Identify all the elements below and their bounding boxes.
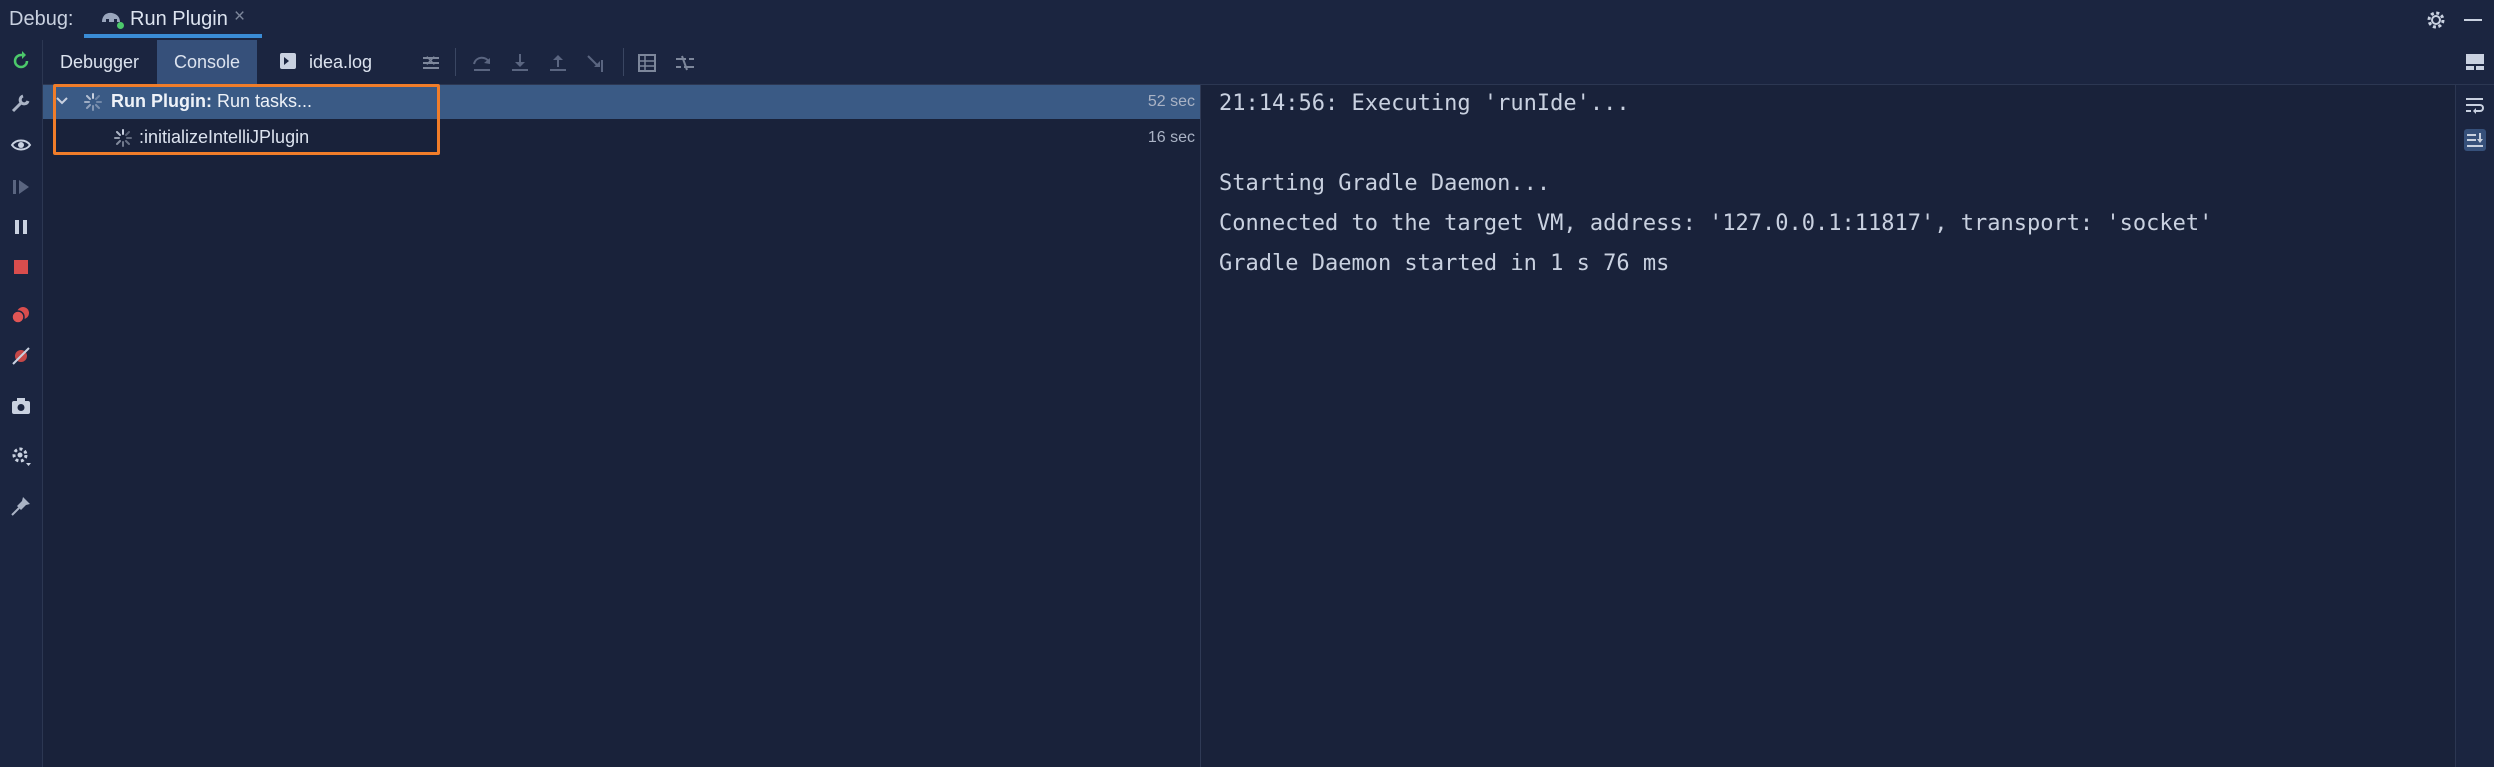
step-out-icon[interactable]	[547, 52, 569, 74]
debug-tabs-row: Debugger Console idea.log ×	[43, 40, 2494, 85]
list-icon[interactable]	[420, 52, 442, 74]
run-to-cursor-icon[interactable]	[585, 52, 607, 74]
layout-icon[interactable]	[2464, 51, 2486, 73]
watch-eye-icon[interactable]	[10, 134, 32, 156]
console-line: Gradle Daemon started in 1 s 76 ms	[1219, 251, 1670, 276]
console-right-toolbar	[2455, 85, 2494, 767]
run-plugin-tab[interactable]: Run Plugin ×	[84, 0, 262, 38]
console-line: 21:14:56: Executing 'runIde'...	[1219, 91, 1630, 116]
console-line: Connected to the target VM, address: '12…	[1219, 211, 2213, 236]
highlight-annotation-box	[53, 84, 440, 155]
settings-wrench-icon[interactable]	[10, 92, 32, 114]
trace-icon[interactable]	[674, 52, 696, 74]
minimize-icon[interactable]	[2464, 19, 2482, 21]
duration-label: 52 sec	[1147, 93, 1195, 110]
log-file-icon	[280, 53, 296, 69]
mute-breakpoints-icon[interactable]	[10, 345, 32, 367]
running-indicator	[117, 22, 124, 29]
settings-icon[interactable]	[10, 445, 32, 467]
tab-idea-log[interactable]: idea.log ×	[273, 40, 436, 84]
debug-left-toolbar	[0, 40, 43, 767]
rerun-icon[interactable]	[10, 50, 32, 72]
close-icon[interactable]: ×	[234, 6, 245, 28]
pin-icon[interactable]	[10, 495, 32, 517]
console-output[interactable]: 21:14:56: Executing 'runIde'... Starting…	[1201, 85, 2455, 767]
step-into-icon[interactable]	[509, 52, 531, 74]
camera-icon[interactable]	[10, 395, 32, 417]
resume-icon[interactable]	[10, 176, 32, 198]
console-line: Starting Gradle Daemon...	[1219, 171, 1551, 196]
tab-console[interactable]: Console	[157, 40, 257, 84]
debug-tool-window-header: Debug: Run Plugin ×	[0, 0, 2494, 41]
toolbar-separator	[623, 48, 624, 76]
tab-idea-log-label: idea.log	[309, 52, 373, 72]
step-over-icon[interactable]	[471, 52, 493, 74]
build-tree-panel: Run Plugin: Run tasks... 52 sec :initial…	[43, 85, 1200, 767]
pause-icon[interactable]	[10, 216, 32, 238]
debug-label: Debug:	[9, 8, 74, 30]
gear-icon[interactable]	[2425, 9, 2447, 31]
scroll-to-end-icon[interactable]	[2464, 129, 2486, 151]
stop-icon[interactable]	[10, 256, 32, 278]
soft-wrap-icon[interactable]	[2464, 94, 2486, 116]
duration-label: 16 sec	[1147, 129, 1195, 146]
evaluate-icon[interactable]	[636, 52, 658, 74]
toolbar-separator	[455, 48, 456, 76]
tab-debugger[interactable]: Debugger	[43, 40, 156, 84]
run-tab-title: Run Plugin	[130, 8, 228, 30]
view-breakpoints-icon[interactable]	[10, 304, 32, 326]
